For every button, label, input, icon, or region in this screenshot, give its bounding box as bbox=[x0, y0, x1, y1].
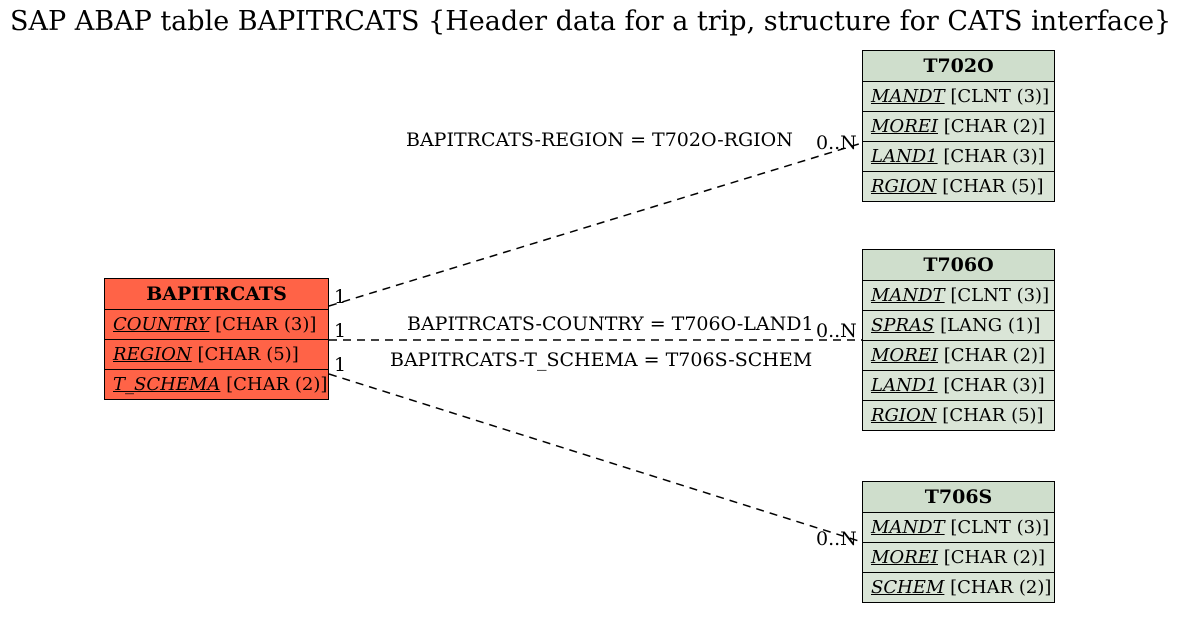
cardinality-source: 1 bbox=[334, 286, 346, 308]
entity-header: T706O bbox=[863, 250, 1054, 281]
entity-field: MOREI [CHAR (2)] bbox=[863, 543, 1054, 573]
entity-field: RGION [CHAR (5)] bbox=[863, 172, 1054, 201]
entity-field: COUNTRY [CHAR (3)] bbox=[105, 310, 328, 340]
relation-label: BAPITRCATS-T_SCHEMA = T706S-SCHEM bbox=[390, 349, 812, 371]
entity-field: RGION [CHAR (5)] bbox=[863, 401, 1054, 430]
entity-bapitrcats: BAPITRCATS COUNTRY [CHAR (3)] REGION [CH… bbox=[104, 278, 329, 400]
cardinality-target: 0..N bbox=[816, 320, 857, 342]
cardinality-source: 1 bbox=[334, 320, 346, 342]
cardinality-source: 1 bbox=[334, 354, 346, 376]
entity-t706s: T706S MANDT [CLNT (3)] MOREI [CHAR (2)] … bbox=[862, 481, 1055, 603]
entity-header: BAPITRCATS bbox=[105, 279, 328, 310]
relation-label: BAPITRCATS-COUNTRY = T706O-LAND1 bbox=[407, 313, 814, 335]
entity-field: T_SCHEMA [CHAR (2)] bbox=[105, 370, 328, 399]
entity-t706o: T706O MANDT [CLNT (3)] SPRAS [LANG (1)] … bbox=[862, 249, 1055, 431]
cardinality-target: 0..N bbox=[816, 132, 857, 154]
entity-field: LAND1 [CHAR (3)] bbox=[863, 371, 1054, 401]
entity-header: T706S bbox=[863, 482, 1054, 513]
entity-field: MOREI [CHAR (2)] bbox=[863, 341, 1054, 371]
cardinality-target: 0..N bbox=[816, 528, 857, 550]
entity-field: SCHEM [CHAR (2)] bbox=[863, 573, 1054, 602]
entity-field: LAND1 [CHAR (3)] bbox=[863, 142, 1054, 172]
entity-header: T702O bbox=[863, 51, 1054, 82]
entity-t702o: T702O MANDT [CLNT (3)] MOREI [CHAR (2)] … bbox=[862, 50, 1055, 202]
entity-field: MANDT [CLNT (3)] bbox=[863, 82, 1054, 112]
relation-label: BAPITRCATS-REGION = T702O-RGION bbox=[406, 129, 793, 151]
entity-field: MANDT [CLNT (3)] bbox=[863, 513, 1054, 543]
entity-field: SPRAS [LANG (1)] bbox=[863, 311, 1054, 341]
entity-field: REGION [CHAR (5)] bbox=[105, 340, 328, 370]
entity-field: MOREI [CHAR (2)] bbox=[863, 112, 1054, 142]
entity-field: MANDT [CLNT (3)] bbox=[863, 281, 1054, 311]
